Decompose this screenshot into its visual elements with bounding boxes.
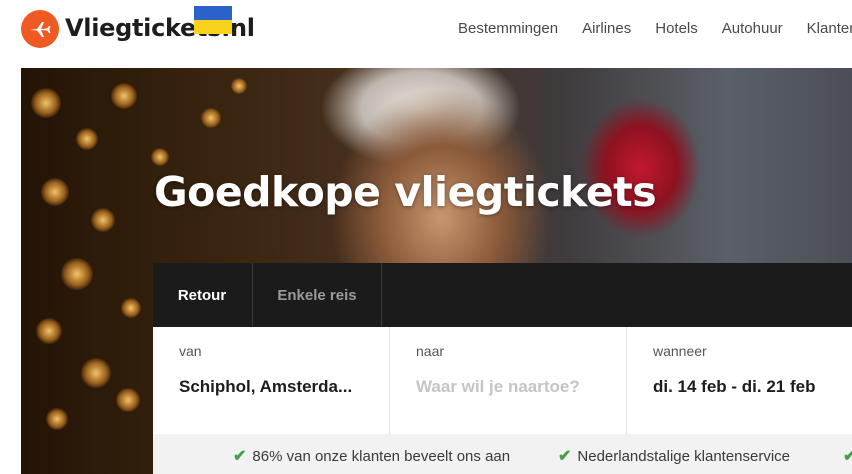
usp-bar: ✔ 86% van onze klanten beveelt ons aan ✔… xyxy=(153,434,852,474)
to-field[interactable]: naar Waar wil je naartoe? xyxy=(390,327,627,434)
nav-item-klantenservice[interactable]: Klantens xyxy=(807,20,852,37)
from-label: van xyxy=(179,343,202,359)
main-nav: Bestemmingen Airlines Hotels Autohuur Kl… xyxy=(458,20,852,37)
nav-item-hotels[interactable]: Hotels xyxy=(655,20,698,37)
check-icon: ✔ xyxy=(558,448,572,465)
from-field[interactable]: van Schiphol, Amsterda... xyxy=(153,327,390,434)
check-icon: ✔ xyxy=(233,448,247,465)
usp-item-recommend: ✔ 86% van onze klanten beveelt ons aan xyxy=(233,446,510,466)
ukraine-flag-icon xyxy=(194,6,232,34)
tab-enkele-reis[interactable]: Enkele reis xyxy=(252,263,382,327)
date-field[interactable]: wanneer di. 14 feb - di. 21 feb xyxy=(627,327,852,434)
usp-item-service: ✔ Nederlandstalige klantenservice xyxy=(558,446,790,466)
hero-title: Goedkope vliegtickets xyxy=(154,168,657,216)
usp-item-more: ✔ xyxy=(843,446,852,466)
logo-plane-icon[interactable] xyxy=(21,10,59,48)
tab-retour[interactable]: Retour xyxy=(153,263,251,327)
date-label: wanneer xyxy=(653,343,707,359)
plane-icon xyxy=(30,22,51,37)
from-input[interactable]: Schiphol, Amsterda... xyxy=(179,377,352,397)
nav-item-airlines[interactable]: Airlines xyxy=(582,20,631,37)
date-input[interactable]: di. 14 feb - di. 21 feb xyxy=(653,377,815,397)
usp-text: 86% van onze klanten beveelt ons aan xyxy=(252,447,511,465)
flight-search-form: van Schiphol, Amsterda... naar Waar wil … xyxy=(153,327,852,434)
check-icon: ✔ xyxy=(843,448,852,465)
nav-item-autohuur[interactable]: Autohuur xyxy=(722,20,783,37)
site-header: Vliegtickets.nl Bestemmingen Airlines Ho… xyxy=(0,0,852,68)
to-label: naar xyxy=(416,343,445,359)
usp-text: Nederlandstalige klantenservice xyxy=(577,447,791,465)
hero-banner: Goedkope vliegtickets Retour Enkele reis… xyxy=(21,68,852,474)
trip-type-tabs: Retour Enkele reis xyxy=(153,263,852,327)
nav-item-bestemmingen[interactable]: Bestemmingen xyxy=(458,20,558,37)
to-input[interactable]: Waar wil je naartoe? xyxy=(416,377,580,397)
